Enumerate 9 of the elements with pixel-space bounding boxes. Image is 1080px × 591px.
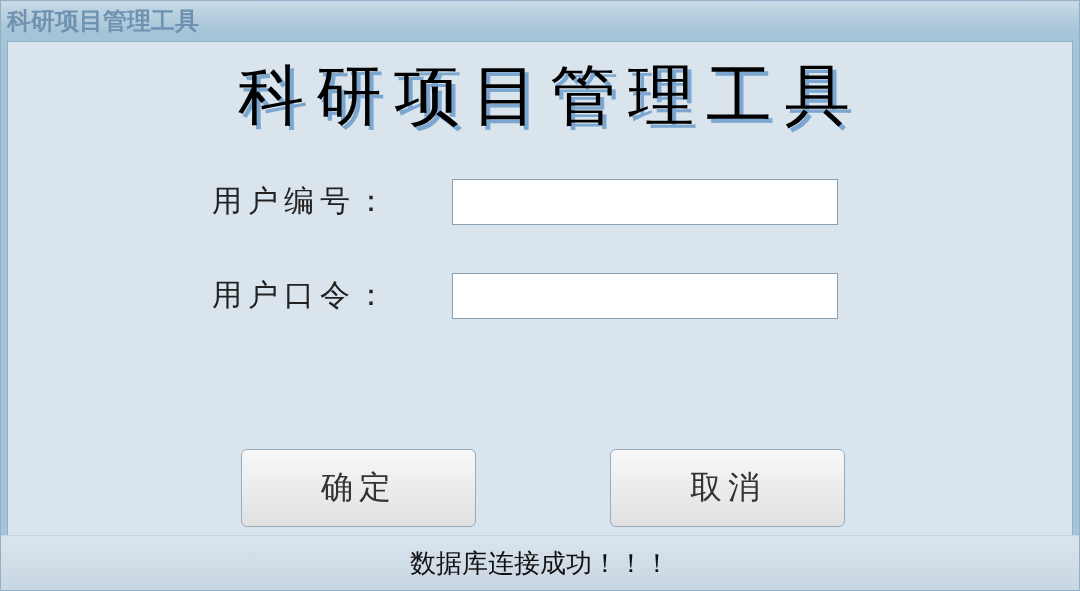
input-field[interactable] [452,272,838,319]
window-title: 科研项目管理工具 [5,6,199,37]
input-field[interactable] [452,178,838,225]
cancel-button[interactable]: 取消 [610,449,845,527]
confirm-button[interactable]: 确定 [241,449,476,527]
field-label: 用户口令： [212,276,392,315]
field-label: 用户编号： [212,182,392,221]
app-heading: 科研项目管理工具 [238,60,862,133]
status-text: 数据库连接成功！！！ [410,546,670,580]
